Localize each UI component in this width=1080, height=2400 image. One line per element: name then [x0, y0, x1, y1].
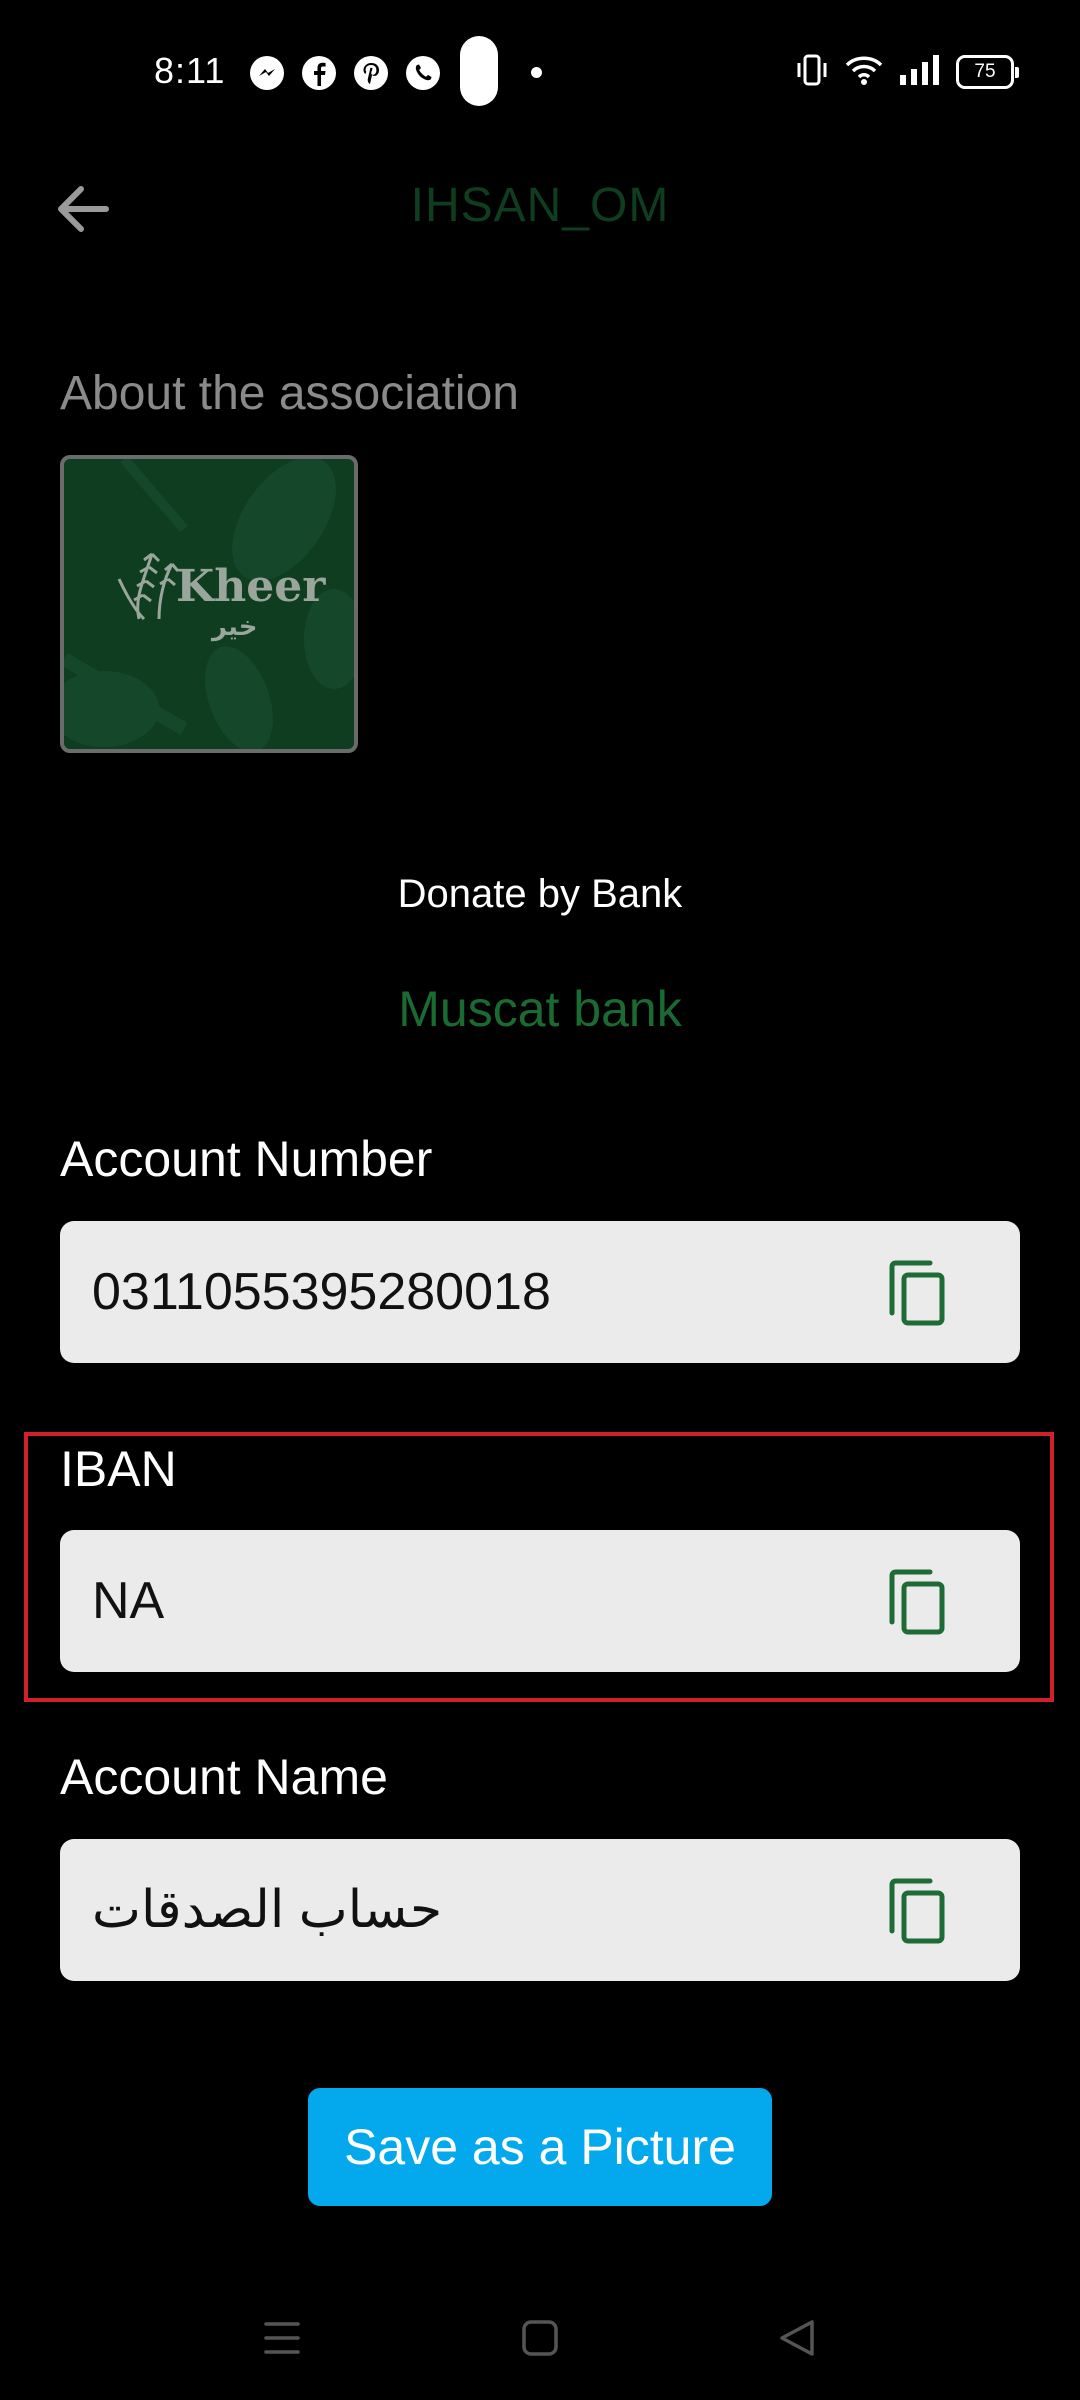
- facebook-icon: [302, 56, 336, 90]
- copy-icon[interactable]: [884, 1259, 950, 1329]
- camera-cutout: [460, 36, 498, 106]
- logo-wordmark: Kheer: [176, 561, 326, 612]
- copy-icon[interactable]: [884, 1568, 950, 1638]
- home-icon[interactable]: [512, 2310, 568, 2366]
- account-number-field: 0311055395280018: [60, 1221, 1020, 1363]
- association-logo: Kheer خير: [60, 455, 358, 753]
- account-name-field: حساب الصدقات: [60, 1839, 1020, 1981]
- messenger-icon: [250, 56, 284, 90]
- account-number-label: Account Number: [60, 1131, 433, 1187]
- logo-arabic-wordmark: خير: [212, 611, 258, 641]
- wheat-icon: [117, 552, 180, 621]
- save-as-picture-button[interactable]: Save as a Picture: [308, 2088, 772, 2206]
- status-bar: 8:11 75: [0, 30, 1080, 114]
- battery-icon: 75: [956, 55, 1019, 89]
- system-nav-bar: [0, 2290, 1080, 2380]
- pinterest-icon: [354, 56, 388, 90]
- account-number-value: 0311055395280018: [92, 1263, 551, 1321]
- whatsapp-icon: [406, 56, 440, 90]
- account-name-label: Account Name: [60, 1749, 388, 1805]
- iban-label: IBAN: [60, 1441, 177, 1497]
- copy-icon[interactable]: [884, 1877, 950, 1947]
- menu-icon[interactable]: [254, 2310, 310, 2366]
- about-section-title: About the association: [60, 367, 519, 420]
- back-icon[interactable]: [770, 2310, 826, 2366]
- wifi-icon: [844, 53, 884, 92]
- iban-field: NA: [60, 1530, 1020, 1672]
- bank-name: Muscat bank: [398, 981, 682, 1037]
- notification-dot: [531, 67, 542, 78]
- page-title: IHSAN_OM: [410, 179, 670, 232]
- donate-by-bank-label: Donate by Bank: [397, 872, 683, 916]
- account-name-value: حساب الصدقات: [92, 1881, 443, 1939]
- signal-icon: [898, 53, 942, 92]
- vibrate-icon: [794, 53, 830, 92]
- status-right-icons: 75: [794, 50, 1019, 94]
- status-time: 8:11: [154, 50, 226, 91]
- iban-value: NA: [92, 1572, 165, 1630]
